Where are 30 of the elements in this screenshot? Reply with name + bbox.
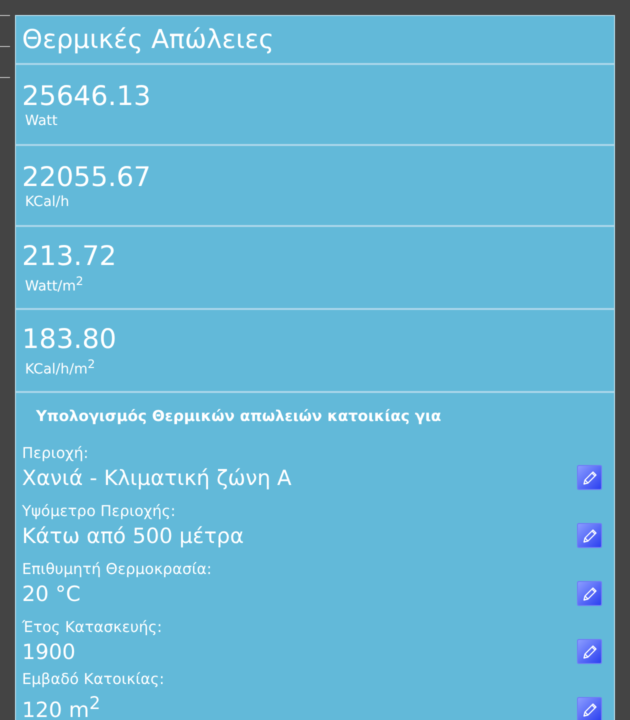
edit-button[interactable] <box>577 581 602 606</box>
metric-unit: Watt/m$^{2}$ <box>24 272 84 294</box>
edit-button[interactable] <box>577 697 602 720</box>
pencil-icon <box>580 468 598 486</box>
metric-value: 213.72 <box>22 240 118 273</box>
metric-unit: KCal/h/m$^{2}$ <box>24 356 96 378</box>
metric-value: 183.80 <box>22 324 118 356</box>
edit-button[interactable] <box>577 639 602 664</box>
field-value: Κάτω από 500 μέτρα <box>22 523 244 550</box>
field-value: 120 m$^{2}$ <box>22 693 102 720</box>
field-label: Έτος Κατασκευής: <box>22 617 162 637</box>
edit-button[interactable] <box>577 523 602 548</box>
pencil-icon <box>580 700 598 718</box>
edit-button[interactable] <box>577 465 602 490</box>
pencil-icon <box>580 642 598 660</box>
metric-value: 22055.67 <box>22 162 152 194</box>
field-label: Εμβαδό Κατοικίας: <box>22 669 164 689</box>
field-value: Χανιά - Κλιματική ζώνη Α <box>22 465 292 492</box>
section-heading: Υπολογισμός Θερμικών απωλειών κατοικίας για <box>35 407 442 425</box>
field-value: 20 °C <box>22 581 82 608</box>
field-label: Επιθυμητή Θερμοκρασία: <box>22 559 212 579</box>
pencil-icon <box>580 584 598 602</box>
metric-unit: Watt <box>24 112 59 128</box>
metric-value: 25646.13 <box>22 80 152 112</box>
pencil-icon <box>580 526 598 544</box>
field-value: 1900 <box>22 639 76 666</box>
field-label: Περιοχή: <box>22 443 90 463</box>
panel-title: Θερμικές Απώλειες <box>22 24 274 54</box>
field-label: Υψόμετρο Περιοχής: <box>22 501 177 521</box>
metric-unit: KCal/h <box>24 194 70 210</box>
